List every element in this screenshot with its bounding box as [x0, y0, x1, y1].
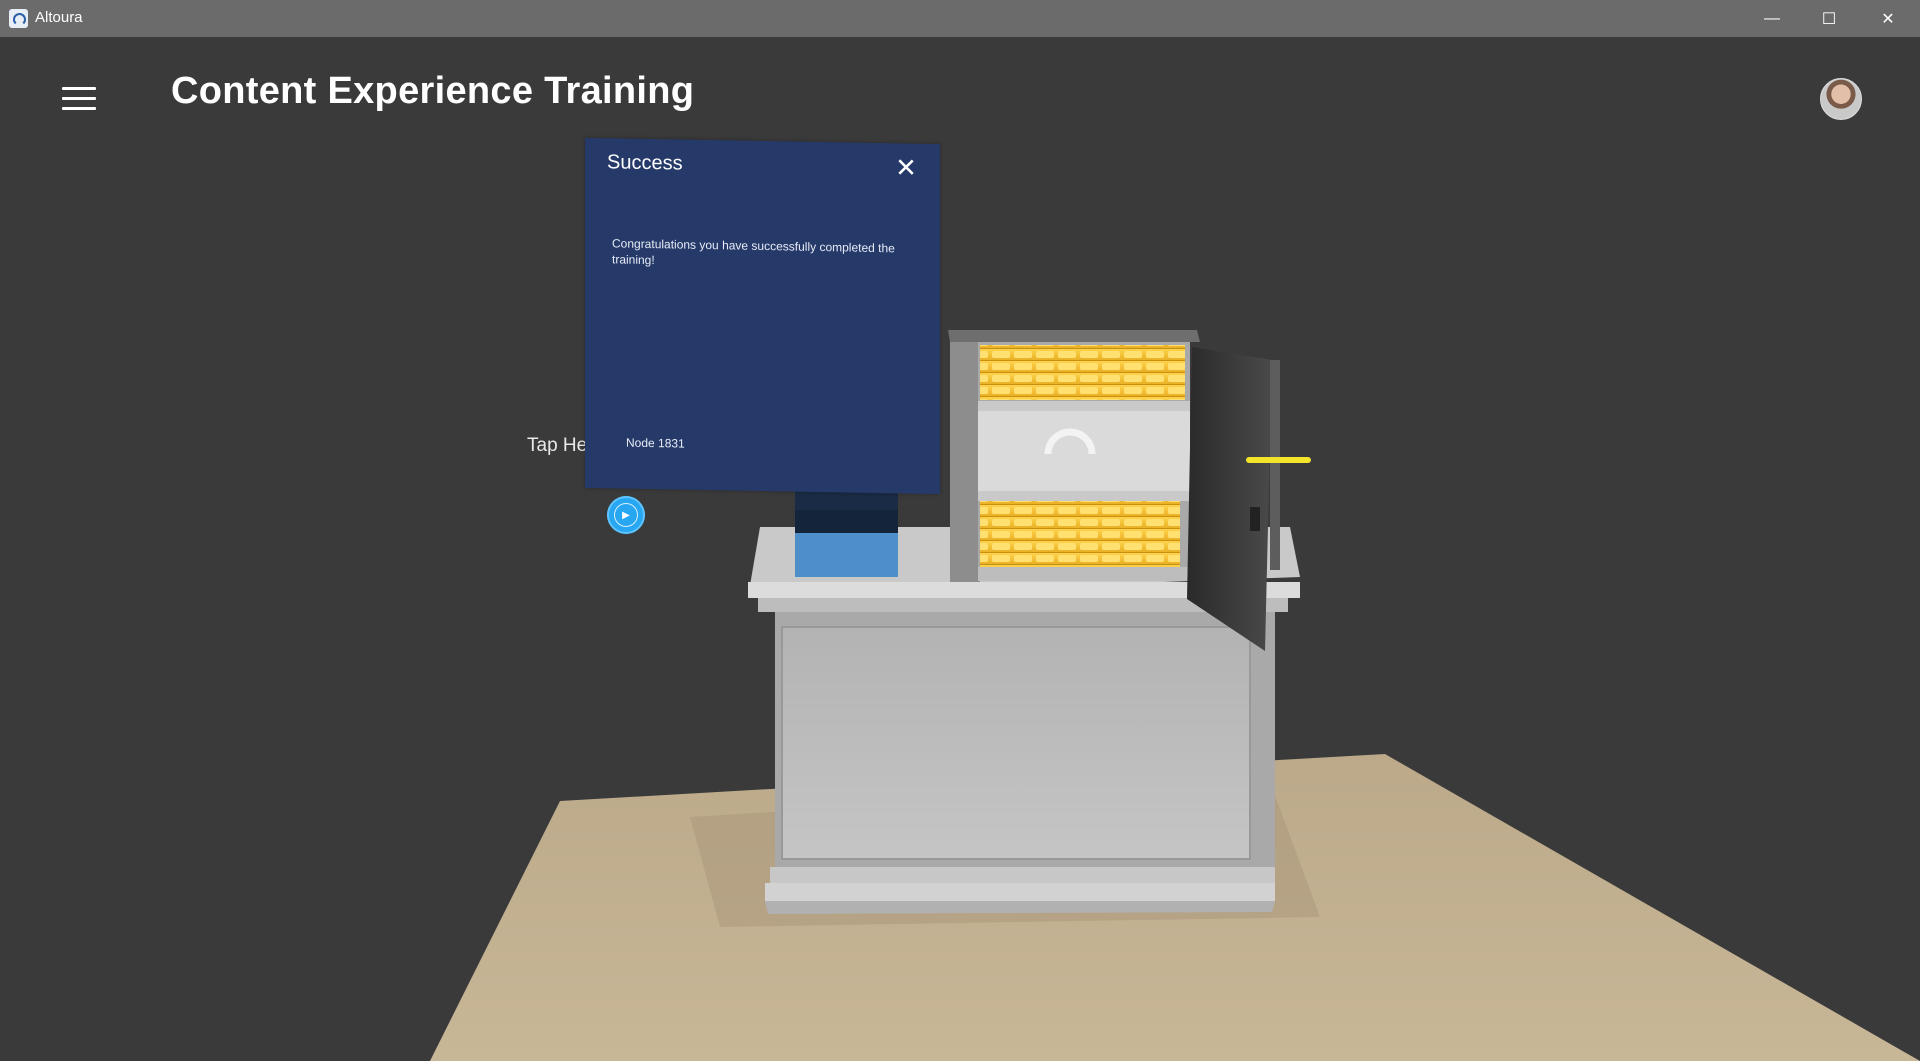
safe-middle-compartment — [978, 411, 1190, 491]
app-window: Altoura — ☐ ✕ Content Experience Trainin… — [0, 0, 1920, 1061]
safe-door — [1187, 347, 1272, 651]
hamburger-menu-button[interactable] — [62, 85, 96, 111]
hamburger-line — [62, 87, 96, 90]
node-label: Node 1831 — [626, 435, 685, 451]
dialog-close-button[interactable]: ✕ — [894, 152, 918, 182]
close-window-button[interactable]: ✕ — [1859, 0, 1917, 37]
dialog-message: Congratulations you have successfully co… — [612, 236, 895, 268]
cabinet-front-panel — [781, 626, 1251, 860]
cabinet-base-molding — [770, 867, 1275, 883]
page-title: Content Experience Training — [171, 70, 695, 112]
safe-bottom-edge — [978, 567, 1190, 581]
gold-bars-top — [980, 345, 1185, 400]
gold-key — [1246, 457, 1311, 463]
minimize-button[interactable]: — — [1743, 0, 1801, 37]
3d-scene — [430, 330, 1920, 1061]
hamburger-line — [62, 107, 96, 110]
success-dialog: Success ✕ Congratulations you have succe… — [585, 137, 940, 495]
window-title: Altoura — [35, 9, 83, 26]
safe-shelf-top — [978, 401, 1190, 411]
user-avatar[interactable] — [1820, 78, 1862, 120]
cabinet-base — [765, 883, 1275, 901]
gold-bars-bottom — [980, 501, 1180, 567]
safe-left-side — [950, 342, 980, 582]
altoura-app-icon — [9, 9, 28, 28]
play-icon: ▶ — [614, 503, 638, 527]
3d-viewport[interactable]: Content Experience Training Tap Here Tr … — [0, 37, 1920, 1061]
play-button[interactable]: ▶ — [607, 496, 645, 534]
safe-top — [948, 330, 1200, 342]
title-bar[interactable]: Altoura — ☐ ✕ — [0, 0, 1920, 37]
hamburger-line — [62, 97, 96, 100]
safe-shelf-bottom — [978, 491, 1190, 501]
dialog-title: Success — [607, 151, 683, 175]
safe-door-handle — [1250, 507, 1260, 531]
safe-door-edge — [1270, 360, 1280, 570]
cabinet-base-bottom — [765, 901, 1275, 914]
maximize-button[interactable]: ☐ — [1800, 0, 1858, 37]
blue-block — [795, 527, 898, 577]
